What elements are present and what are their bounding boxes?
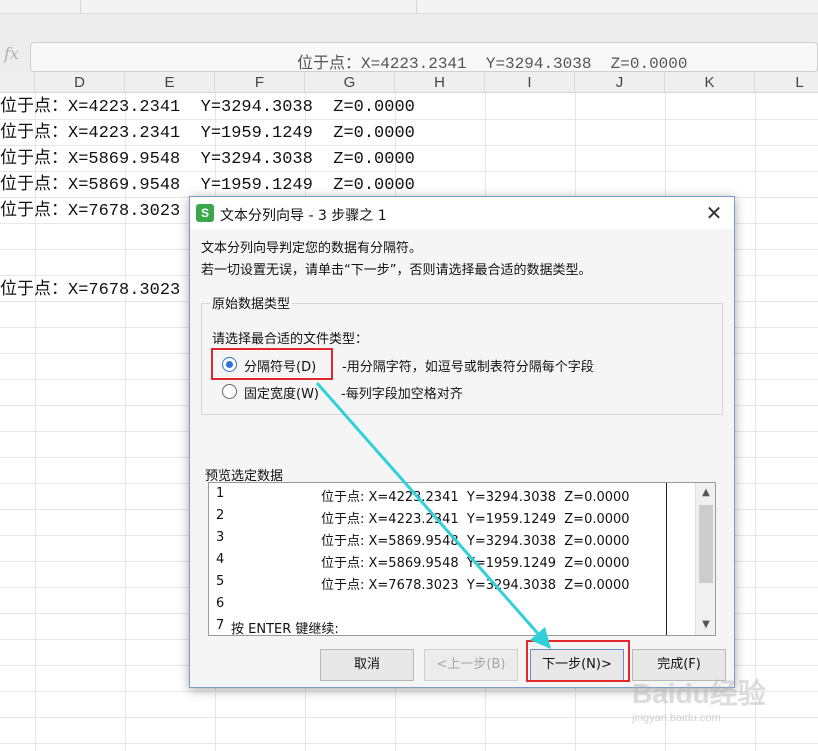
preview-row-text: 位于点: X=5869.9548 Y=1959.1249 Z=0.0000 [321, 556, 630, 571]
highlight-box-delimited [211, 348, 333, 380]
column-divider [755, 93, 756, 751]
preview-row: 5 位于点: X=7678.3023 Y=3294.3038 Z=0.0000 [209, 574, 669, 596]
cell-coords: X=5869.9548 Y=3294.3038 Z=0.0000 [68, 150, 415, 169]
radio-delimited-hint: -用分隔字符，如逗号或制表符分隔每个字段 [342, 360, 594, 375]
baidu-watermark-url: jingyan.baidu.com [632, 712, 721, 724]
cell-row-3[interactable]: 位于点：X=5869.9548 Y=3294.3038 Z=0.0000 [0, 145, 415, 171]
preview-row-number: 2 [216, 508, 225, 523]
formula-input[interactable]: 位于点：X=4223.2341 Y=3294.3038 Z=0.0000 [30, 42, 818, 73]
cell-prefix: 位于点： [0, 148, 68, 168]
baidu-watermark: Baidu经验 [632, 678, 766, 709]
cell-prefix: 位于点： [0, 122, 68, 142]
preview-row: 4 位于点: X=5869.9548 Y=1959.1249 Z=0.0000 [209, 552, 669, 574]
description-line-1: 文本分列向导判定您的数据有分隔符。 [201, 241, 423, 256]
column-header-i[interactable]: I [485, 72, 575, 93]
toolbar-strip [0, 0, 818, 14]
close-icon[interactable]: ✕ [702, 201, 726, 225]
preview-row: 6 [209, 596, 669, 618]
formula-value: 位于点：X=4223.2341 Y=3294.3038 Z=0.0000 [297, 49, 687, 73]
cell-coords: X=7678.3023 [68, 281, 181, 300]
cell-prefix: 位于点： [0, 96, 68, 116]
description-line-2: 若一切设置无误，请单击“下一步”，否则请选择最合适的数据类型。 [201, 263, 592, 278]
preview-row: 3 位于点: X=5869.9548 Y=3294.3038 Z=0.0000 [209, 530, 669, 552]
preview-row: 7 按 ENTER 键继续: [209, 618, 669, 640]
preview-row-text: 按 ENTER 键继续: [231, 622, 339, 637]
wps-app-icon: S [196, 204, 214, 222]
column-header-j[interactable]: J [575, 72, 665, 93]
group-title: 原始数据类型 [210, 293, 293, 312]
preview-row-number: 3 [216, 530, 225, 545]
column-header-f[interactable]: F [215, 72, 305, 93]
scroll-up-icon[interactable]: ▲ [696, 483, 716, 503]
cell-row-8[interactable]: 位于点：X=7678.3023 [0, 276, 180, 302]
preview-row-number: 6 [216, 596, 225, 611]
formula-value-rest: X=4223.2341 Y=3294.3038 Z=0.0000 [361, 55, 688, 73]
preview-row-number: 1 [216, 486, 225, 501]
scroll-down-icon[interactable]: ▼ [696, 615, 716, 635]
cell-coords: X=4223.2341 Y=3294.3038 Z=0.0000 [68, 98, 415, 117]
highlight-box-next [526, 640, 630, 682]
preview-row-number: 7 [216, 618, 225, 633]
preview-row-number: 5 [216, 574, 225, 589]
text-to-columns-dialog: S 文本分列向导 - 3 步骤之 1 ✕ 文本分列向导判定您的数据有分隔符。 若… [189, 196, 735, 688]
preview-column-divider[interactable] [666, 483, 667, 635]
cell-row-2[interactable]: 位于点：X=4223.2341 Y=1959.1249 Z=0.0000 [0, 119, 415, 145]
column-header-l[interactable]: L [755, 72, 818, 93]
preview-row-text: 位于点: X=4223.2341 Y=1959.1249 Z=0.0000 [321, 512, 630, 527]
preview-row-text: 位于点: X=4223.2341 Y=3294.3038 Z=0.0000 [321, 490, 630, 505]
column-header-row: D E F G H I J K L [0, 72, 818, 93]
cell-prefix: 位于点： [0, 174, 68, 194]
column-header-g[interactable]: G [305, 72, 395, 93]
dialog-title: 文本分列向导 - 3 步骤之 1 [220, 208, 387, 224]
cell-coords: X=4223.2341 Y=1959.1249 Z=0.0000 [68, 124, 415, 143]
preview-row-text: 位于点: X=7678.3023 Y=3294.3038 Z=0.0000 [321, 578, 630, 593]
formula-value-prefix: 位于点： [297, 53, 362, 72]
preview-list[interactable]: 1 位于点: X=4223.2341 Y=3294.3038 Z=0.0000 2… [208, 482, 716, 637]
preview-row: 2 位于点: X=4223.2341 Y=1959.1249 Z=0.0000 [209, 508, 669, 530]
fx-icon[interactable]: fx [4, 44, 19, 63]
preview-row-text: 位于点: X=5869.9548 Y=3294.3038 Z=0.0000 [321, 534, 630, 549]
radio-fixed-width-label[interactable]: 固定宽度(W) [244, 383, 319, 402]
preview-scrollbar[interactable]: ▲ ▼ [695, 483, 715, 635]
toolbar-divider [416, 0, 417, 14]
column-header-e[interactable]: E [125, 72, 215, 93]
column-header-k[interactable]: K [665, 72, 755, 93]
cell-coords: X=7678.3023 [68, 202, 181, 221]
column-header-d[interactable]: D [35, 72, 125, 93]
cell-row-5[interactable]: 位于点：X=7678.3023 [0, 197, 180, 223]
cell-coords: X=5869.9548 Y=1959.1249 Z=0.0000 [68, 176, 415, 195]
cell-prefix: 位于点： [0, 279, 68, 299]
row-divider [0, 743, 818, 744]
choose-file-type-label: 请选择最合适的文件类型： [212, 332, 369, 347]
cancel-button[interactable]: 取消 [320, 649, 414, 681]
dialog-title-bar[interactable]: S 文本分列向导 - 3 步骤之 1 ✕ [190, 197, 734, 229]
column-header-h[interactable]: H [395, 72, 485, 93]
formula-bar: fx 位于点：X=4223.2341 Y=3294.3038 Z=0.0000 [0, 14, 818, 73]
scroll-thumb[interactable] [699, 505, 713, 583]
radio-fixed-width-hint: -每列字段加空格对齐 [341, 387, 463, 402]
preview-row-number: 4 [216, 552, 225, 567]
radio-button-unchecked[interactable] [222, 384, 237, 399]
toolbar-divider [80, 0, 81, 14]
preview-row: 1 位于点: X=4223.2341 Y=3294.3038 Z=0.0000 [209, 486, 669, 508]
back-button[interactable]: <上一步(B) [424, 649, 518, 681]
cell-prefix: 位于点： [0, 200, 68, 220]
cell-row-4[interactable]: 位于点：X=5869.9548 Y=1959.1249 Z=0.0000 [0, 171, 415, 197]
column-header-c[interactable] [0, 72, 35, 93]
cell-row-1[interactable]: 位于点：X=4223.2341 Y=3294.3038 Z=0.0000 [0, 93, 415, 119]
